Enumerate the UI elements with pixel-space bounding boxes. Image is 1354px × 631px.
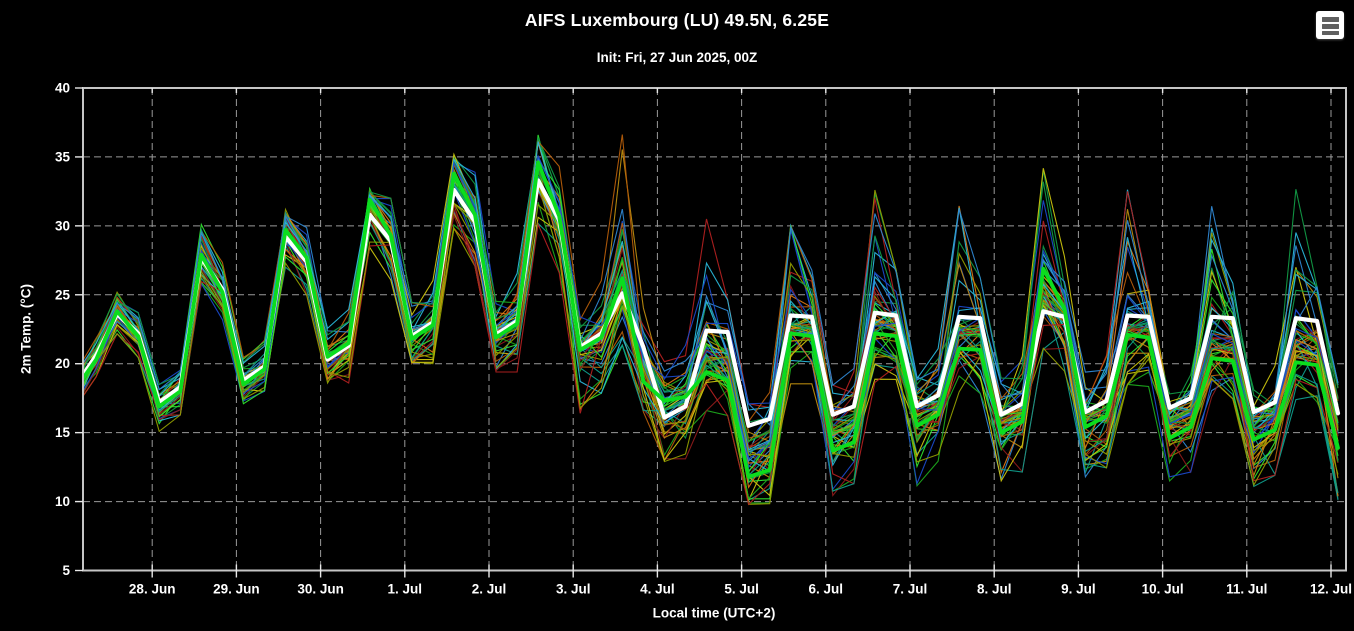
y-tick-label: 30 [55,218,70,233]
y-tick-label: 40 [55,81,70,96]
x-tick-label: 4. Jul [640,582,675,597]
y-tick-label: 5 [62,563,70,578]
y-axis-title: 2m Temp. (°C) [19,284,34,374]
x-tick-label: 28. Jun [129,582,176,597]
x-tick-label: 29. Jun [213,582,260,597]
x-tick-label: 12. Jul [1310,582,1352,597]
x-tick-label: 7. Jul [893,582,928,597]
x-tick-label: 6. Jul [809,582,844,597]
chart-title: AIFS Luxembourg (LU) 49.5N, 6.25E [0,10,1354,31]
hamburger-menu-icon [1316,12,1344,35]
y-tick-label: 25 [55,287,71,302]
x-tick-label: 11. Jul [1226,582,1267,597]
x-tick-label: 5. Jul [724,582,759,597]
x-axis-title: Local time (UTC+2) [653,606,776,621]
y-tick-label: 35 [55,149,71,164]
plot-area [75,135,1338,505]
x-tick-label: 3. Jul [556,582,591,597]
x-tick-label: 1. Jul [388,582,423,597]
meteogram-window: AIFS Luxembourg (LU) 49.5N, 6.25E Init: … [0,0,1354,631]
x-tick-label: 30. Jun [297,582,344,597]
y-tick-label: 20 [55,356,70,371]
chart-subtitle: Init: Fri, 27 Jun 2025, 00Z [0,50,1354,65]
x-tick-label: 10. Jul [1142,582,1184,597]
x-tick-label: 9. Jul [1061,582,1096,597]
x-tick-label: 2. Jul [472,582,507,597]
y-tick-label: 15 [55,425,71,440]
temperature-ensemble-chart: 28. Jun 29. Jun 30. Jun 1. Jul 2. Jul 3. Jul 4… [0,0,1354,631]
context-menu-button[interactable] [1316,11,1344,39]
y-tick-label: 10 [55,494,70,509]
ensemble-member-line [75,156,1338,442]
x-tick-label: 8. Jul [977,582,1012,597]
